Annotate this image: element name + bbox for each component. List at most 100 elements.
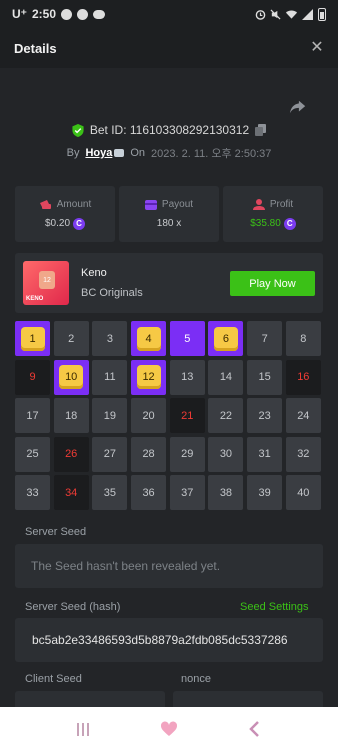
server-seed-label: Server Seed <box>25 526 87 538</box>
bet-stats: Amount $0.20 C Payout 180 x Profit $35.80 C <box>15 186 323 242</box>
keno-cell-3[interactable]: 3 <box>92 321 128 356</box>
cell-number: 27 <box>103 448 116 461</box>
notification-icon <box>61 8 73 20</box>
by-label: By <box>66 147 80 159</box>
shield-check-icon <box>72 123 84 137</box>
carrier-label: U⁺ <box>12 7 27 21</box>
mute-icon <box>270 8 281 20</box>
keno-cell-31[interactable]: 31 <box>247 436 283 472</box>
keno-cell-5[interactable]: 5 <box>169 321 205 356</box>
cell-number: 14 <box>219 371 233 384</box>
status-bar: U⁺ 2:50 <box>0 0 338 28</box>
keno-cell-37[interactable]: 37 <box>169 475 205 511</box>
system-nav-bar <box>0 707 338 750</box>
keno-thumbnail: 12 KENO <box>23 261 69 305</box>
keno-cell-32[interactable]: 32 <box>285 436 321 472</box>
close-icon[interactable]: ✕ <box>310 40 324 56</box>
cell-number: 40 <box>297 486 310 499</box>
keno-cell-26[interactable]: 26 <box>53 436 89 472</box>
recent-apps-icon[interactable] <box>74 720 92 738</box>
coin-icon: C <box>73 217 86 230</box>
home-icon[interactable] <box>160 720 178 738</box>
keno-cell-38[interactable]: 38 <box>208 475 244 511</box>
cell-number: 2 <box>68 332 75 345</box>
amount-icon <box>39 199 52 210</box>
hit-gem: 12 <box>136 365 161 390</box>
keno-cell-18[interactable]: 18 <box>53 398 89 434</box>
keno-cell-6[interactable]: 6 <box>208 321 244 356</box>
cell-number: 30 <box>219 448 233 461</box>
keno-cell-10[interactable]: 10 <box>53 359 89 395</box>
stat-value-text: $35.80 <box>250 218 281 229</box>
keno-cell-9[interactable]: 9 <box>15 359 50 395</box>
cell-number: 18 <box>65 409 78 422</box>
cell-number: 35 <box>103 486 116 499</box>
bet-id: Bet ID: 116103308292130312 <box>89 123 250 137</box>
cell-number: 24 <box>297 409 310 422</box>
stat-value-text: 180 x <box>156 218 182 229</box>
keno-cell-28[interactable]: 28 <box>131 436 167 472</box>
hit-gem: 1 <box>20 326 45 351</box>
keno-cell-12[interactable]: 12 <box>131 359 167 395</box>
keno-cell-2[interactable]: 2 <box>53 321 89 356</box>
keno-cell-35[interactable]: 35 <box>92 475 128 511</box>
keno-cell-23[interactable]: 23 <box>247 398 283 434</box>
profit-icon <box>252 198 265 210</box>
keno-cell-11[interactable]: 11 <box>92 359 128 395</box>
keno-cell-27[interactable]: 27 <box>92 436 128 472</box>
keno-cell-20[interactable]: 20 <box>131 398 167 434</box>
keno-cell-19[interactable]: 19 <box>92 398 128 434</box>
share-icon[interactable] <box>289 98 307 116</box>
keno-cell-34[interactable]: 34 <box>53 475 89 511</box>
hit-gem: 6 <box>213 326 238 351</box>
cell-number: 26 <box>65 448 78 461</box>
cloud-icon <box>93 9 106 19</box>
game-name: Keno <box>81 267 107 279</box>
server-seed-field: The Seed hasn't been revealed yet. <box>15 544 323 588</box>
keno-cell-4[interactable]: 4 <box>131 321 167 356</box>
seed-settings-link[interactable]: Seed Settings <box>240 601 309 613</box>
alarm-icon <box>255 9 266 20</box>
keno-cell-29[interactable]: 29 <box>169 436 205 472</box>
cell-number: 28 <box>142 448 155 461</box>
play-now-button[interactable]: Play Now <box>230 271 315 296</box>
payout-icon <box>144 199 157 210</box>
cell-number: 8 <box>300 332 307 345</box>
cell-number: 11 <box>104 371 116 384</box>
coin-icon: C <box>283 217 296 230</box>
bet-author-row: By Hoya On 2023. 2. 11. 오후 2:50:37 <box>0 145 338 161</box>
keno-cell-40[interactable]: 40 <box>285 475 321 511</box>
keno-cell-30[interactable]: 30 <box>208 436 244 472</box>
keno-cell-7[interactable]: 7 <box>247 321 283 356</box>
stat-profit: Profit $35.80 C <box>223 186 323 242</box>
cell-number: 31 <box>258 448 271 461</box>
cell-number: 37 <box>181 486 194 499</box>
keno-cell-33[interactable]: 33 <box>15 475 50 511</box>
keno-cell-17[interactable]: 17 <box>15 398 50 434</box>
bet-id-row: Bet ID: 116103308292130312 <box>0 123 338 137</box>
keno-cell-39[interactable]: 39 <box>247 475 283 511</box>
keno-cell-13[interactable]: 13 <box>169 359 205 395</box>
keno-cell-15[interactable]: 15 <box>247 359 283 395</box>
screen: U⁺ 2:50 Details ✕ Bet ID: 11610330829213… <box>0 0 338 750</box>
keno-cell-14[interactable]: 14 <box>208 359 244 395</box>
keno-cell-36[interactable]: 36 <box>131 475 167 511</box>
keno-cell-1[interactable]: 1 <box>15 321 50 356</box>
stat-value: $35.80 C <box>250 217 296 230</box>
stat-label-text: Payout <box>161 199 194 210</box>
cell-number: 13 <box>181 371 194 384</box>
cell-number: 25 <box>26 448 39 461</box>
keno-cell-8[interactable]: 8 <box>285 321 321 356</box>
keno-cell-25[interactable]: 25 <box>15 436 50 472</box>
keno-cell-24[interactable]: 24 <box>285 398 321 434</box>
server-hash-field[interactable]: bc5ab2e33486593d5b8879a2fdb085dc5337286 <box>15 618 323 662</box>
cell-number: 17 <box>26 409 39 422</box>
keno-cell-22[interactable]: 22 <box>208 398 244 434</box>
back-icon[interactable] <box>246 720 264 738</box>
cell-number: 33 <box>26 486 39 499</box>
keno-cell-21[interactable]: 21 <box>169 398 205 434</box>
copy-icon[interactable] <box>255 124 267 136</box>
user-link[interactable]: Hoya <box>85 147 112 159</box>
cell-number: 7 <box>261 332 268 345</box>
keno-cell-16[interactable]: 16 <box>285 359 321 395</box>
